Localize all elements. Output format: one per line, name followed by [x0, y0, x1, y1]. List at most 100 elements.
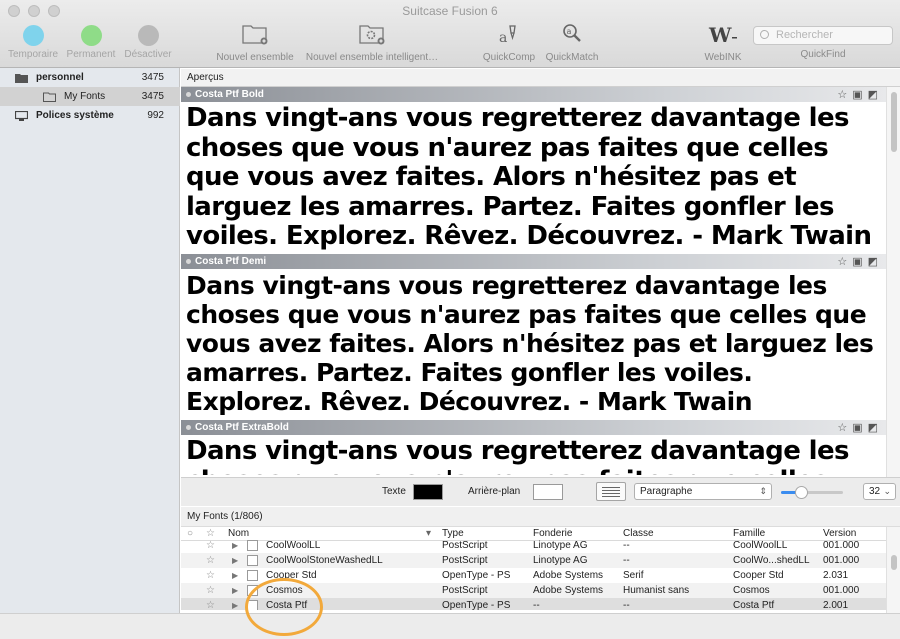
nouvel-ensemble-intelligent-button[interactable]: Nouvel ensemble intelligent… [302, 22, 442, 63]
cell-type: OpenType - PS [442, 600, 511, 610]
temporaire-dot-icon [22, 25, 44, 46]
cell-type: OpenType - PS [442, 570, 511, 581]
disclosure-triangle-icon[interactable]: ▶ [232, 568, 238, 583]
sidebar-item-my-fonts[interactable]: My Fonts 3475 [0, 87, 180, 106]
preview-font-name: Costa Ptf Demi [195, 256, 267, 267]
sidebar: personnel 3475 My Fonts 3475 Polices sys… [0, 68, 180, 613]
preview-text[interactable]: Dans vingt-ans vous regretterez davantag… [181, 435, 886, 475]
permanent-button[interactable]: Permanent [64, 22, 118, 60]
cell-fonderie: Linotype AG [533, 555, 588, 566]
size-select-value: 32 [869, 486, 881, 497]
expand-icon[interactable]: ◩ [868, 256, 883, 268]
font-status-checkbox[interactable] [247, 540, 258, 551]
svg-text:W: W [708, 23, 732, 46]
table-row[interactable]: ☆ ▶ CoolWoolLL PostScript Linotype AG --… [181, 538, 886, 553]
sidebar-item-label: personnel [36, 72, 84, 83]
star-icon[interactable]: ☆ [837, 422, 852, 434]
previews-header: Aperçus [181, 69, 900, 87]
preview-text[interactable]: Dans vingt-ans vous regretterez davantag… [181, 102, 886, 254]
cell-fonderie: Adobe Systems [533, 570, 604, 581]
chevron-down-icon: ⌄ [883, 486, 891, 496]
quickcomp-label: QuickComp [482, 52, 536, 63]
cell-classe: Serif [623, 570, 644, 581]
preview-text[interactable]: Dans vingt-ans vous regretterez davantag… [181, 269, 886, 420]
sidebar-item-count: 3475 [141, 91, 164, 102]
preview-font-bar: Costa Ptf Demi ☆▣◩ [181, 254, 886, 269]
star-icon[interactable]: ☆ [206, 538, 215, 553]
window-title: Suitcase Fusion 6 [402, 4, 498, 18]
sidebar-item-label: My Fonts [64, 91, 106, 102]
expand-icon[interactable]: ◩ [868, 89, 883, 101]
cell-famille: Cooper Std [733, 570, 784, 581]
preview-actions: ☆▣◩ [837, 421, 883, 436]
quickcomp-button[interactable]: a QuickComp [480, 22, 538, 63]
cell-fonderie: Adobe Systems [533, 585, 604, 596]
temporaire-button[interactable]: Temporaire [6, 22, 60, 60]
previews-scrollbar[interactable] [886, 87, 900, 477]
scroll-thumb[interactable] [891, 92, 897, 152]
camera-icon[interactable]: ▣ [852, 89, 867, 101]
preview-font-bar: Costa Ptf ExtraBold ☆▣◩ [181, 420, 886, 435]
quickmatch-label: QuickMatch [545, 52, 599, 63]
sidebar-item-polices-systeme[interactable]: Polices système 992 [0, 106, 180, 125]
cell-classe: -- [623, 555, 630, 566]
paragraph-select-value: Paragraphe [640, 486, 693, 497]
desactiver-button[interactable]: Désactiver [120, 22, 176, 60]
permanent-dot-icon [80, 25, 102, 46]
nouvel-ensemble-button[interactable]: Nouvel ensemble [210, 22, 300, 63]
cell-famille: CoolWo...shedLL [733, 555, 810, 566]
list-scrollbar[interactable] [886, 527, 900, 613]
text-color-swatch[interactable] [413, 484, 443, 500]
sidebar-item-label: Polices système [36, 110, 114, 121]
table-row[interactable]: ☆ ▶ CoolWoolStoneWashedLL PostScript Lin… [181, 553, 886, 568]
expand-icon[interactable]: ◩ [868, 422, 883, 434]
disclosure-triangle-icon[interactable]: ▶ [232, 583, 238, 598]
quickfind-search-input[interactable]: Rechercher [753, 26, 893, 45]
disclosure-triangle-icon[interactable]: ▶ [232, 598, 238, 610]
cell-classe: -- [623, 600, 630, 610]
previews-pane: Costa Ptf Bold ☆▣◩ Dans vingt-ans vous r… [181, 87, 886, 477]
font-status-checkbox[interactable] [247, 555, 258, 566]
cell-nom: CoolWoolStoneWashedLL [266, 555, 383, 566]
preview-card: Costa Ptf Demi ☆▣◩ Dans vingt-ans vous r… [181, 254, 886, 420]
smart-set-folder-icon [359, 25, 385, 45]
preview-actions: ☆▣◩ [837, 88, 883, 103]
size-select[interactable]: 32 ⌄ [863, 483, 896, 500]
toolbar: Suitcase Fusion 6 Temporaire Permanent D… [0, 0, 900, 68]
webink-label: WebINK [704, 52, 742, 63]
size-slider[interactable] [781, 486, 843, 499]
sidebar-item-count: 3475 [141, 72, 164, 83]
camera-icon[interactable]: ▣ [852, 256, 867, 268]
new-set-folder-icon [242, 25, 268, 45]
search-placeholder: Rechercher [776, 29, 833, 41]
permanent-label: Permanent [66, 49, 116, 60]
webink-button[interactable]: W WebINK [698, 22, 748, 63]
preview-actions: ☆▣◩ [837, 255, 883, 270]
size-slider-knob[interactable] [794, 486, 808, 499]
preview-font-name: Costa Ptf Bold [195, 89, 264, 100]
paragraph-select[interactable]: Paragraphe ⇕ [634, 483, 772, 500]
cell-version: 001.000 [823, 540, 860, 551]
font-status-checkbox[interactable] [247, 570, 258, 581]
cell-famille: Costa Ptf [733, 600, 775, 610]
webink-icon: W [708, 23, 737, 47]
monitor-icon [15, 111, 28, 121]
star-icon[interactable]: ☆ [837, 256, 852, 268]
preview-controls: Texte Arrière-plan Paragraphe ⇕ 32 ⌄ [181, 477, 900, 506]
star-icon[interactable]: ☆ [206, 568, 215, 583]
disclosure-triangle-icon[interactable]: ▶ [232, 553, 238, 568]
quickfind-label: QuickFind [800, 49, 846, 60]
background-color-swatch[interactable] [533, 484, 563, 500]
sidebar-item-personnel[interactable]: personnel 3475 [0, 68, 180, 87]
paragraph-mode-button[interactable] [596, 482, 626, 501]
star-icon[interactable]: ☆ [837, 89, 852, 101]
quickmatch-button[interactable]: a QuickMatch [542, 22, 602, 63]
star-icon[interactable]: ☆ [206, 598, 215, 610]
scroll-thumb[interactable] [891, 555, 897, 570]
star-icon[interactable]: ☆ [206, 553, 215, 568]
disclosure-triangle-icon[interactable]: ▶ [232, 538, 238, 553]
star-icon[interactable]: ☆ [206, 583, 215, 598]
folder-icon [15, 74, 28, 83]
camera-icon[interactable]: ▣ [852, 422, 867, 434]
desactiver-dot-icon [137, 25, 159, 46]
